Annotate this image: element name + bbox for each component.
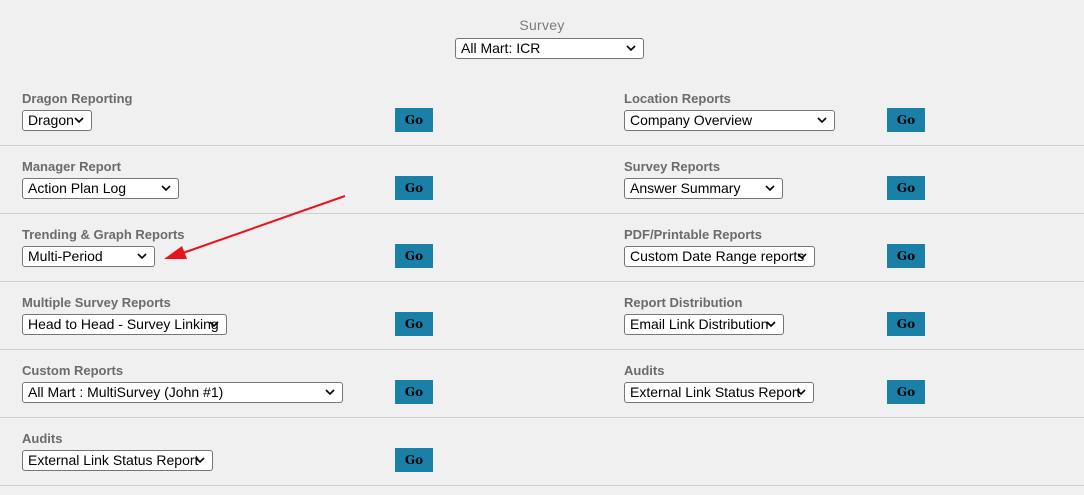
row-divider	[0, 417, 1084, 418]
go-button-audits-right[interactable]: Go	[887, 380, 925, 404]
chevron-down-icon	[797, 253, 807, 260]
section-title-survey-reports: Survey Reports	[624, 159, 721, 174]
go-button-custom-reports[interactable]: Go	[395, 380, 433, 404]
chevron-down-icon	[765, 185, 775, 192]
audits-left-select[interactable]: External Link Status Report	[22, 450, 213, 471]
row-divider	[0, 485, 1084, 486]
select-value: External Link Status Report	[28, 452, 199, 468]
section-title-audits-right: Audits	[624, 363, 665, 378]
section-title-location-reports: Location Reports	[624, 91, 731, 106]
chevron-down-icon	[137, 253, 147, 260]
go-button-multiple-survey-reports[interactable]: Go	[395, 312, 433, 336]
custom-reports-select[interactable]: All Mart : MultiSurvey (John #1)	[22, 382, 343, 403]
chevron-down-icon	[796, 389, 806, 396]
section-title-pdf-printable-reports: PDF/Printable Reports	[624, 227, 762, 242]
select-value: Answer Summary	[630, 180, 741, 196]
survey-select[interactable]: All Mart: ICR	[455, 38, 644, 59]
manager-report-select[interactable]: Action Plan Log	[22, 178, 179, 199]
go-button-manager-report[interactable]: Go	[395, 176, 433, 200]
select-value: Action Plan Log	[28, 180, 127, 196]
go-button-location-reports[interactable]: Go	[887, 108, 925, 132]
section-title-multiple-survey-reports: Multiple Survey Reports	[22, 295, 171, 310]
chevron-down-icon	[817, 117, 827, 124]
go-button-trending-graph-reports[interactable]: Go	[395, 244, 433, 268]
chevron-down-icon	[195, 457, 205, 464]
select-value: Company Overview	[630, 112, 753, 128]
select-value: Head to Head - Survey Linking	[28, 316, 219, 332]
go-button-dragon-reporting[interactable]: Go	[395, 108, 433, 132]
pdf-printable-reports-select[interactable]: Custom Date Range reports	[624, 246, 815, 267]
chevron-down-icon	[209, 321, 219, 328]
location-reports-select[interactable]: Company Overview	[624, 110, 835, 131]
dragon-reporting-select[interactable]: Dragon	[22, 110, 92, 131]
go-button-survey-reports[interactable]: Go	[887, 176, 925, 200]
section-title-audits-left: Audits	[22, 431, 63, 446]
chevron-down-icon	[74, 117, 84, 124]
chevron-down-icon	[161, 185, 171, 192]
report-distribution-select[interactable]: Email Link Distribution	[624, 314, 784, 335]
audits-right-select[interactable]: External Link Status Report	[624, 382, 814, 403]
chevron-down-icon	[626, 45, 636, 52]
section-title-dragon-reporting: Dragon Reporting	[22, 91, 133, 106]
survey-label: Survey	[519, 17, 565, 33]
row-divider	[0, 145, 1084, 146]
row-divider	[0, 349, 1084, 350]
select-value: All Mart : MultiSurvey (John #1)	[28, 384, 224, 400]
survey-select-value: All Mart: ICR	[461, 40, 541, 56]
section-title-trending-graph-reports: Trending & Graph Reports	[22, 227, 185, 242]
select-value: Dragon	[28, 112, 74, 128]
row-divider	[0, 281, 1084, 282]
section-title-custom-reports: Custom Reports	[22, 363, 124, 378]
go-button-pdf-printable-reports[interactable]: Go	[887, 244, 925, 268]
select-value: Custom Date Range reports	[630, 248, 805, 264]
multiple-survey-reports-select[interactable]: Head to Head - Survey Linking	[22, 314, 227, 335]
select-value: Email Link Distribution	[630, 316, 769, 332]
chevron-down-icon	[325, 389, 335, 396]
survey-reports-select[interactable]: Answer Summary	[624, 178, 783, 199]
go-button-audits-left[interactable]: Go	[395, 448, 433, 472]
go-button-report-distribution[interactable]: Go	[887, 312, 925, 336]
select-value: Multi-Period	[28, 248, 103, 264]
row-divider	[0, 213, 1084, 214]
select-value: External Link Status Report	[630, 384, 801, 400]
section-title-report-distribution: Report Distribution	[624, 295, 743, 310]
section-title-manager-report: Manager Report	[22, 159, 121, 174]
chevron-down-icon	[766, 321, 776, 328]
trending-graph-reports-select[interactable]: Multi-Period	[22, 246, 155, 267]
